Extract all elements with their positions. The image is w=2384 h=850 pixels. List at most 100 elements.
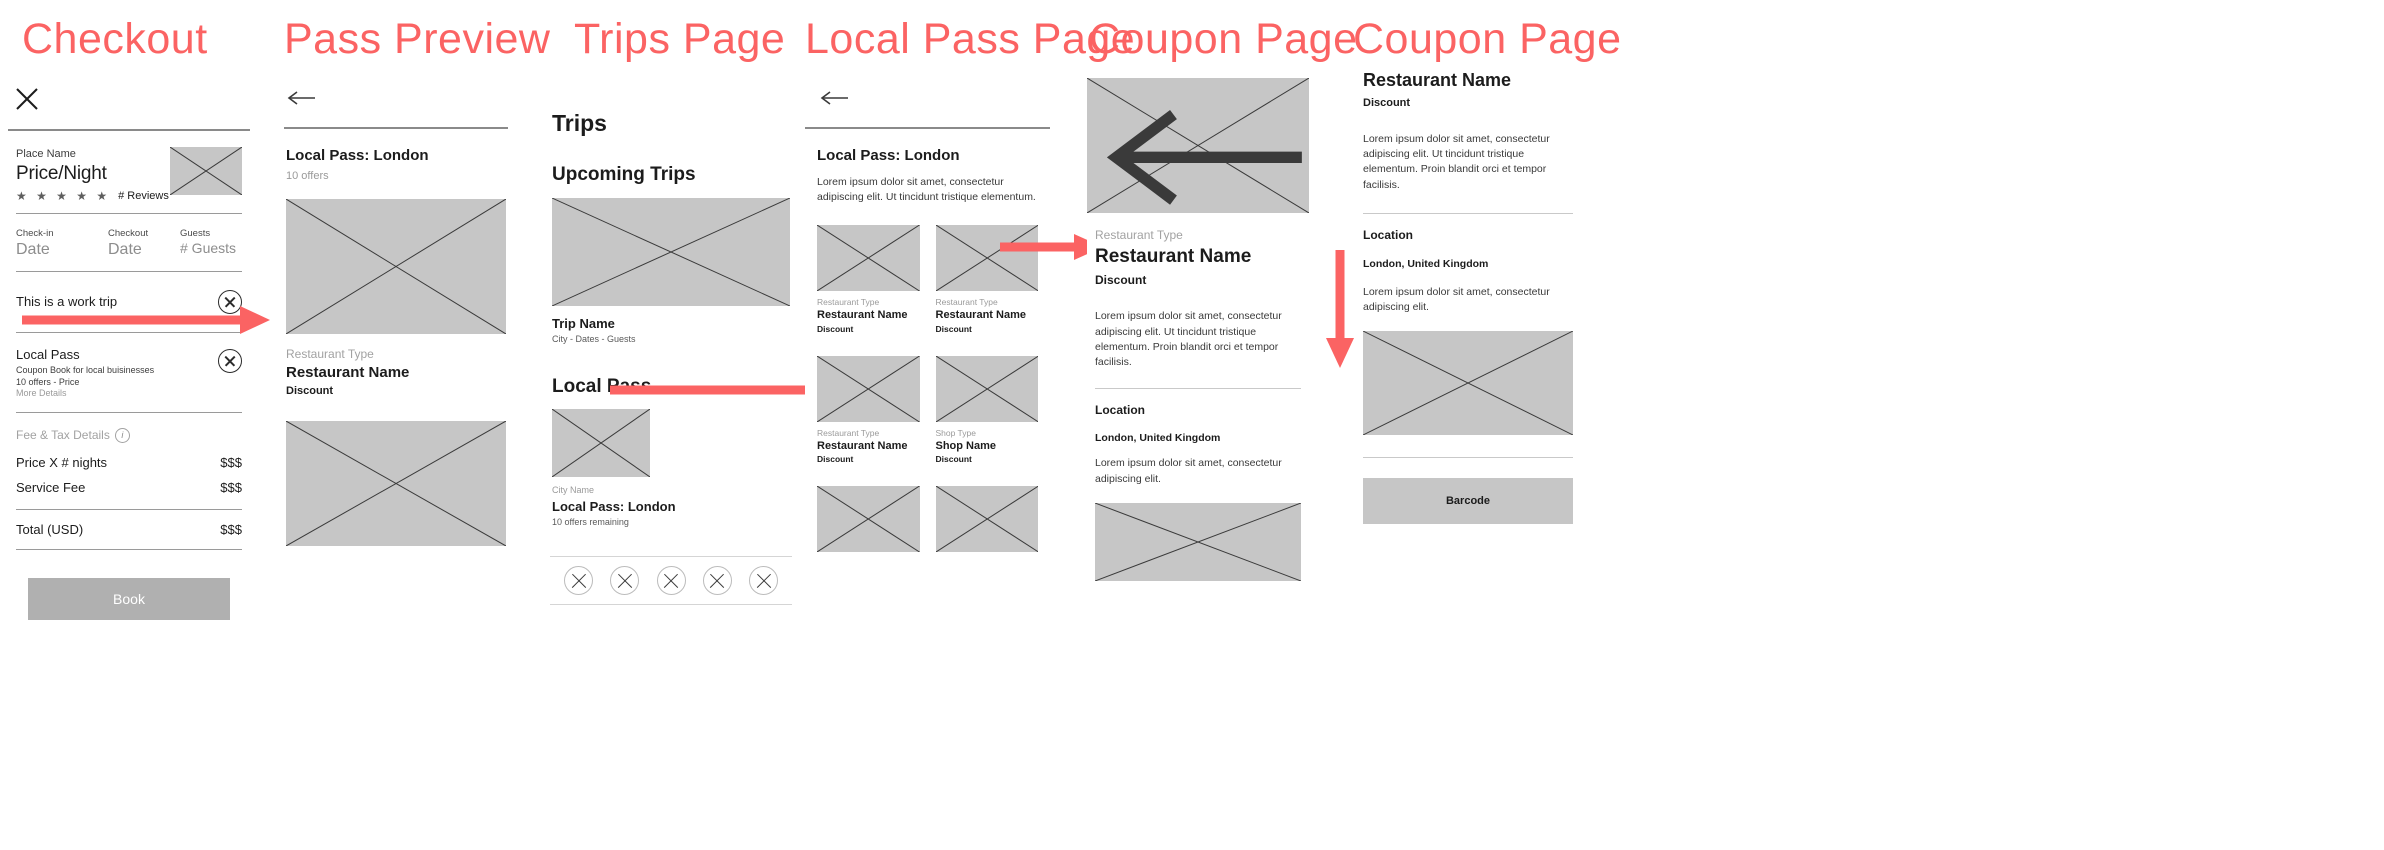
offer-card[interactable]: Restaurant Type Restaurant Name Discount [817,225,920,334]
trip-image[interactable] [552,198,790,307]
location-description: Lorem ipsum dolor sit amet, consectetur … [1363,285,1550,313]
wireframe-flow: Checkout Place Name Price/Night ★ ★ ★ ★ … [0,0,2384,850]
offer-type: Restaurant Type [935,297,998,308]
offer-discount: Discount [935,453,972,464]
back-arrow-icon [1106,109,1302,205]
location-value: London, United Kingdom [1363,258,1489,271]
fee-row: Service Fee $$$ [16,480,242,495]
fee-row-value: $$$ [220,480,242,496]
bottom-nav-bar [550,556,792,606]
checkout-label: Checkout [108,228,149,240]
dates-row[interactable]: Check-in Date Checkout Date Guests # Gue… [8,214,250,271]
offer-image[interactable] [817,485,920,552]
fee-heading: Fee & Tax Details [16,427,110,442]
local-pass-offers: 10 offers - Price [16,376,80,387]
offers-grid-row: Restaurant Type Restaurant Name Discount… [805,334,1050,464]
back-button[interactable] [805,78,1050,127]
barcode-divider [1363,457,1573,459]
pass-header: Local Pass: London 10 offers [284,129,508,183]
trips-page-title: Trips [552,110,607,136]
offers-grid-row: Restaurant Type Restaurant Name Discount… [805,205,1050,334]
upcoming-trips-heading: Upcoming Trips [552,164,696,186]
nav-icon-profile[interactable] [749,566,778,596]
coupon-restaurant-name: Restaurant Name [1095,246,1252,268]
coupon-page-scrolled-screen: Restaurant Name Discount Lorem ipsum dol… [1355,70,1581,525]
pass-offers-count: 10 offers [286,170,329,182]
listing-summary[interactable]: Place Name Price/Night ★ ★ ★ ★ ★ # Revie… [8,131,250,213]
local-pass-row[interactable]: Local Pass Coupon Book for local buisine… [8,333,250,412]
coupon-header: Restaurant Type Restaurant Name Discount… [1087,213,1309,370]
coupon-map-image[interactable] [1363,331,1573,436]
fee-row: Price X # nights $$$ [16,455,242,470]
local-pass-more-details[interactable]: More Details [16,388,154,400]
nav-icon-saved[interactable] [610,566,640,596]
coupon-map-image[interactable] [1095,502,1301,581]
restaurant-card-meta[interactable]: Restaurant Type Restaurant Name Discount [284,334,508,398]
pass-next-image [286,420,506,546]
coupon-discount: Discount [1095,273,1147,288]
review-count: # Reviews [118,190,169,203]
location-heading: Location [1095,403,1145,418]
restaurant-discount: Discount [286,385,334,398]
pass-preview-screen: Local Pass: London 10 offers Restaurant … [284,78,508,546]
rating-stars: ★ ★ ★ ★ ★ [16,189,111,204]
location-heading: Location [1363,227,1413,242]
panel-checkout: Checkout Place Name Price/Night ★ ★ ★ ★ … [0,0,270,850]
nav-icon-inbox[interactable] [702,566,732,596]
coupon-location-section: Location London, United Kingdom Lorem ip… [1355,214,1581,315]
local-pass-title: Local Pass [16,346,80,362]
local-pass-page-screen: Local Pass: London Lorem ipsum dolor sit… [805,78,1050,552]
price-per-night: Price/Night [16,163,107,185]
checkin-label: Check-in [16,228,54,240]
panel-local-pass-page: Local Pass Page Local Pass: London Lorem… [805,0,1135,850]
offer-type: Shop Type [935,427,977,438]
offer-name: Shop Name [935,439,997,452]
coupon-restaurant-type: Restaurant Type [1095,228,1183,242]
panel-pass-preview: Pass Preview Local Pass: London 10 offer… [270,0,550,850]
guests-field[interactable]: Guests # Guests [180,228,242,259]
offer-card[interactable]: Restaurant Type Restaurant Name Discount [817,355,920,464]
panel-title-trips: Trips Page [574,15,786,63]
checkin-field[interactable]: Check-in Date [16,228,108,259]
trip-meta[interactable]: Trip Name City - Dates - Guests [550,306,792,345]
back-button[interactable] [1095,86,1309,213]
fee-row-value: $$$ [220,455,242,471]
local-pass-image[interactable] [552,409,650,478]
checkout-field[interactable]: Checkout Date [108,228,180,259]
local-pass-toggle[interactable] [218,348,242,373]
total-divider [16,549,242,551]
trip-details: City - Dates - Guests [552,333,636,344]
panel-trips: Trips Page Trips Upcoming Trips Trip Nam… [540,0,868,850]
guests-label: Guests [180,228,211,240]
flow-arrow-1 [22,306,270,334]
offer-image [817,355,920,422]
fee-section: Fee & Tax Details i Price X # nights $$$… [8,413,250,499]
pass-page-title: Local Pass: London [817,147,960,164]
local-pass-subtitle: Coupon Book for local buisinesses [16,364,155,375]
coupon-hero-image [1087,78,1309,213]
close-icon [16,88,38,110]
close-button[interactable] [8,78,250,129]
offer-card[interactable]: Shop Type Shop Name Discount [935,355,1038,464]
pass-page-description: Lorem ipsum dolor sit amet, consectetur … [817,176,1036,204]
local-pass-card-meta[interactable]: City Name Local Pass: London 10 offers r… [550,477,792,528]
total-value: $$$ [220,522,242,538]
barcode[interactable]: Barcode [1363,478,1573,525]
fee-heading-row[interactable]: Fee & Tax Details i [16,427,242,443]
pass-intro: Local Pass: London Lorem ipsum dolor sit… [805,129,1050,205]
checkout-screen: Place Name Price/Night ★ ★ ★ ★ ★ # Revie… [8,78,250,621]
pass-city-name: City Name [552,485,595,496]
offer-name: Restaurant Name [817,439,908,452]
listing-thumbnail [170,147,242,195]
fee-row-label: Service Fee [16,480,86,496]
restaurant-type: Restaurant Type [286,347,374,362]
offer-image[interactable] [935,485,1038,552]
info-icon[interactable]: i [114,427,130,443]
panel-title-checkout: Checkout [22,15,208,63]
book-button[interactable]: Book [28,578,230,621]
panel-title-coupon-page: Coupon Page [1089,15,1358,63]
nav-icon-explore[interactable] [564,566,593,596]
nav-icon-trips[interactable] [656,566,686,596]
back-button[interactable] [284,78,508,127]
offer-type: Restaurant Type [817,297,880,308]
